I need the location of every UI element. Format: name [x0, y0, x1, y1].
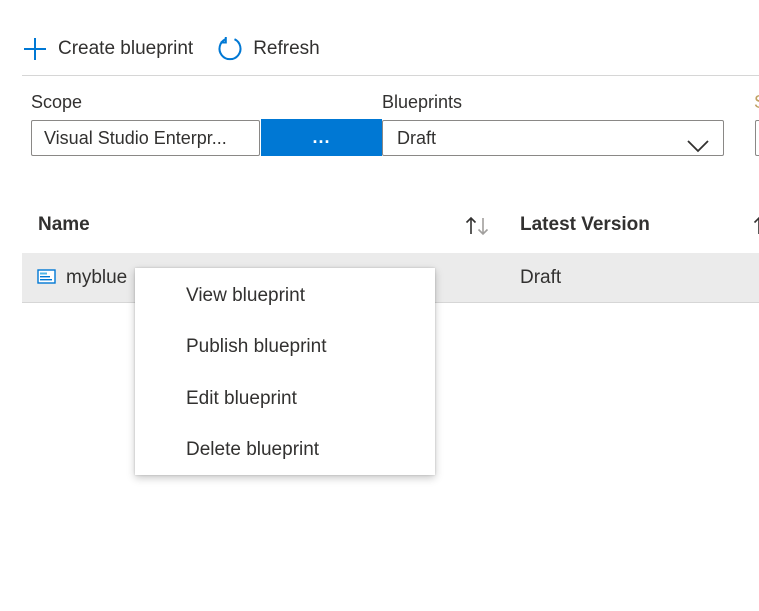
sort-icon[interactable]: [753, 216, 759, 241]
truncated-filter-dropdown[interactable]: [755, 120, 759, 156]
blueprints-selected-value: Draft: [397, 128, 437, 148]
scope-label: Scope: [31, 92, 83, 112]
create-blueprint-button[interactable]: Create blueprint: [22, 36, 193, 62]
truncated-filter-label: S: [754, 92, 759, 112]
menu-item-publish-blueprint[interactable]: Publish blueprint: [135, 322, 435, 372]
menu-item-view-blueprint[interactable]: View blueprint: [135, 271, 435, 321]
refresh-icon: [217, 36, 243, 62]
blueprints-page: Create blueprint Refresh Scope Visual St…: [0, 0, 759, 611]
scope-input[interactable]: Visual Studio Enterpr...: [31, 120, 260, 156]
chevron-down-icon: [687, 130, 709, 164]
menu-item-edit-blueprint[interactable]: Edit blueprint: [135, 374, 435, 424]
row-name[interactable]: myblue: [66, 267, 127, 289]
refresh-button[interactable]: Refresh: [217, 36, 320, 62]
column-header-name[interactable]: Name: [38, 214, 90, 236]
row-latest-version: Draft: [520, 267, 562, 288]
column-header-latest-version[interactable]: Latest Version: [520, 214, 650, 236]
plus-icon: [22, 36, 48, 62]
blueprints-label: Blueprints: [382, 92, 463, 112]
sort-icon[interactable]: [465, 216, 491, 241]
context-menu: View blueprint Publish blueprint Edit bl…: [135, 268, 435, 475]
blueprints-dropdown[interactable]: Draft: [382, 120, 724, 156]
toolbar-divider: [22, 75, 759, 76]
scope-picker-button[interactable]: ...: [261, 119, 382, 156]
create-blueprint-label: Create blueprint: [58, 38, 194, 59]
toolbar: Create blueprint Refresh: [22, 30, 344, 68]
menu-item-delete-blueprint[interactable]: Delete blueprint: [135, 425, 435, 475]
refresh-label: Refresh: [253, 38, 320, 59]
blueprint-icon: [37, 269, 57, 290]
